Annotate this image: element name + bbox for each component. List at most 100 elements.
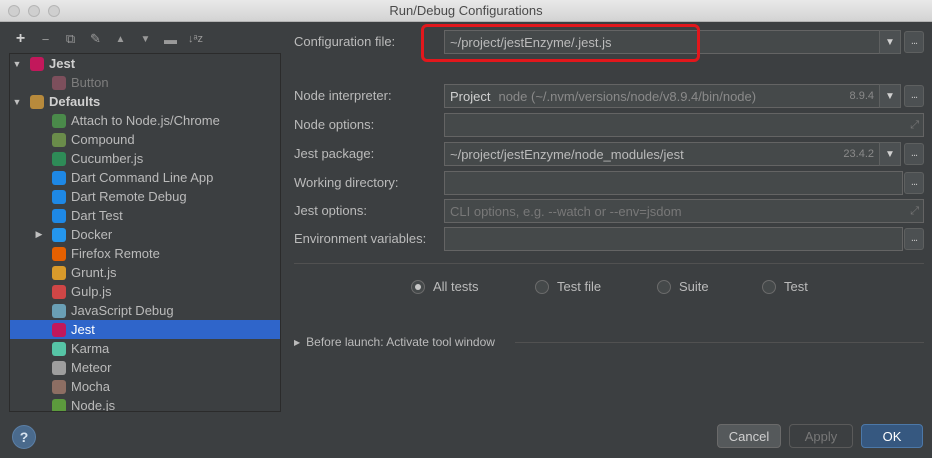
jest-options-placeholder: CLI options, e.g. --watch or --env=jsdom (450, 203, 682, 219)
radio-suite[interactable]: Suite (657, 279, 709, 294)
expand-arrow-icon: ▶ (294, 337, 301, 347)
expand-icon[interactable]: ⤢ (910, 119, 919, 132)
move-down-icon[interactable]: ▼ (133, 28, 158, 50)
remove-icon[interactable]: − (33, 28, 58, 50)
tree-item-label: Attach to Node.js/Chrome (71, 113, 220, 128)
radio-label: Test (784, 279, 808, 294)
tree-item-label: JavaScript Debug (71, 303, 174, 318)
tree-item-label: Docker (71, 227, 113, 242)
sort-icon[interactable]: ↓ᵃz (183, 28, 208, 50)
radio-all-tests[interactable]: All tests (411, 279, 479, 294)
tree-item[interactable]: Firefox Remote (10, 244, 280, 263)
node-interpreter-dropdown[interactable]: ▼ (879, 84, 901, 108)
jest-package-field[interactable]: ~/project/jestEnzyme/node_modules/jest 2… (444, 142, 881, 166)
tree-item-label: Dart Test (71, 208, 123, 223)
firefox-icon (52, 246, 66, 261)
tree-item[interactable]: ▼ Jest (10, 54, 280, 73)
radio-dot (657, 279, 671, 294)
cucumber-icon (52, 151, 66, 166)
radio-label: Test file (557, 279, 602, 294)
edit-defaults-icon[interactable]: ✎ (83, 28, 108, 50)
tree-item-label: Firefox Remote (71, 246, 160, 261)
js-debug-icon (52, 303, 66, 318)
config-file-dropdown[interactable]: ▼ (879, 30, 901, 54)
compound-icon (52, 132, 66, 147)
tree-item-label: Defaults (49, 94, 101, 109)
tree-item-label: Compound (71, 132, 135, 147)
tree-item[interactable]: Dart Test (10, 206, 280, 225)
highlight-annotation (421, 24, 700, 62)
tree-item[interactable]: Mocha (10, 377, 280, 396)
working-directory-label: Working directory: (294, 175, 399, 190)
jest-package-version: 23.4.2 (843, 148, 874, 160)
before-launch-toggle[interactable]: ▶ Before launch: Activate tool window (294, 335, 495, 349)
apply-button[interactable]: Apply (789, 424, 853, 448)
jest-options-label: Jest options: (294, 203, 367, 218)
tree-item-label: Gulp.js (71, 284, 112, 299)
radio-test-file[interactable]: Test file (535, 279, 601, 294)
env-vars-field[interactable] (444, 227, 903, 251)
tree-item[interactable]: ▶ Docker (10, 225, 280, 244)
radio-test[interactable]: Test (762, 279, 808, 294)
add-icon[interactable]: + (8, 28, 33, 50)
tree-item[interactable]: Node.js (10, 396, 280, 412)
title-bar: Run/Debug Configurations (0, 0, 932, 22)
tree-item[interactable]: ▼ Defaults (10, 92, 280, 111)
jest-package-value: ~/project/jestEnzyme/node_modules/jest (450, 146, 684, 162)
tree-item[interactable]: Karma (10, 339, 280, 358)
copy-icon[interactable]: ⧉ (58, 28, 83, 50)
node-interpreter-browse-button[interactable]: ... (904, 85, 924, 107)
tree-item[interactable]: Dart Command Line App (10, 168, 280, 187)
node-interpreter-value: node (~/.nvm/versions/node/v8.9.4/bin/no… (498, 88, 757, 104)
env-vars-browse-button[interactable]: ... (904, 228, 924, 250)
folder-icon[interactable]: ▬ (158, 28, 183, 50)
radio-dot (535, 279, 549, 294)
tree-item[interactable]: Dart Remote Debug (10, 187, 280, 206)
configuration-tree[interactable]: ▼ Jest Button ▼ Defaults Attach to Node.js/Ch… (9, 53, 281, 412)
tree-item[interactable]: Cucumber.js (10, 149, 280, 168)
gulp-icon (52, 284, 66, 299)
divider (294, 263, 924, 264)
before-launch-label: Before launch: Activate tool window (306, 335, 495, 349)
working-directory-browse-button[interactable]: ... (904, 172, 924, 194)
jest-package-browse-button[interactable]: ... (904, 143, 924, 165)
move-up-icon[interactable]: ▲ (108, 28, 133, 50)
tree-item[interactable]: Compound (10, 130, 280, 149)
working-directory-field[interactable] (444, 171, 903, 195)
node-interpreter-prefix: Project (450, 88, 491, 104)
tree-item-label: Dart Remote Debug (71, 189, 187, 204)
meteor-icon (52, 360, 66, 375)
expand-arrow-icon[interactable]: ▶ (34, 229, 44, 240)
tree-item[interactable]: Meteor (10, 358, 280, 377)
tree-item-label: Node.js (71, 398, 116, 412)
mocha-icon (52, 379, 66, 394)
tree-item-label: Cucumber.js (71, 151, 144, 166)
ok-button[interactable]: OK (861, 424, 923, 448)
node-options-label: Node options: (294, 117, 375, 132)
tree-item[interactable]: Attach to Node.js/Chrome (10, 111, 280, 130)
help-icon[interactable]: ? (12, 425, 36, 449)
tree-item-label: Karma (71, 341, 110, 356)
config-file-label: Configuration file: (294, 34, 396, 49)
docker-icon (52, 227, 66, 242)
radio-label: Suite (679, 279, 709, 294)
tree-scrollbar[interactable] (281, 53, 283, 412)
tree-item[interactable]: Button (10, 73, 280, 92)
tree-item[interactable]: Gulp.js (10, 282, 280, 301)
tree-item[interactable]: JavaScript Debug (10, 301, 280, 320)
jest-package-dropdown[interactable]: ▼ (879, 142, 901, 166)
expand-icon[interactable]: ⤢ (910, 205, 919, 218)
tree-item[interactable]: Jest (10, 320, 280, 339)
cancel-button[interactable]: Cancel (717, 424, 781, 448)
collapse-arrow-icon[interactable]: ▼ (12, 97, 22, 107)
wrench-icon (30, 94, 44, 109)
config-file-browse-button[interactable]: ... (904, 31, 924, 53)
collapse-arrow-icon[interactable]: ▼ (12, 59, 22, 69)
jest-options-field[interactable]: CLI options, e.g. --watch or --env=jsdom… (444, 199, 924, 223)
node-options-field[interactable]: ⤢ (444, 113, 924, 137)
tree-item[interactable]: Grunt.js (10, 263, 280, 282)
tree-item-label: Button (71, 75, 109, 90)
node-interpreter-field[interactable]: Project node (~/.nvm/versions/node/v8.9.… (444, 84, 881, 108)
karma-icon (52, 341, 66, 356)
config-toolbar: + − ⧉ ✎ ▲ ▼ ▬ ↓ᵃz (8, 28, 208, 50)
